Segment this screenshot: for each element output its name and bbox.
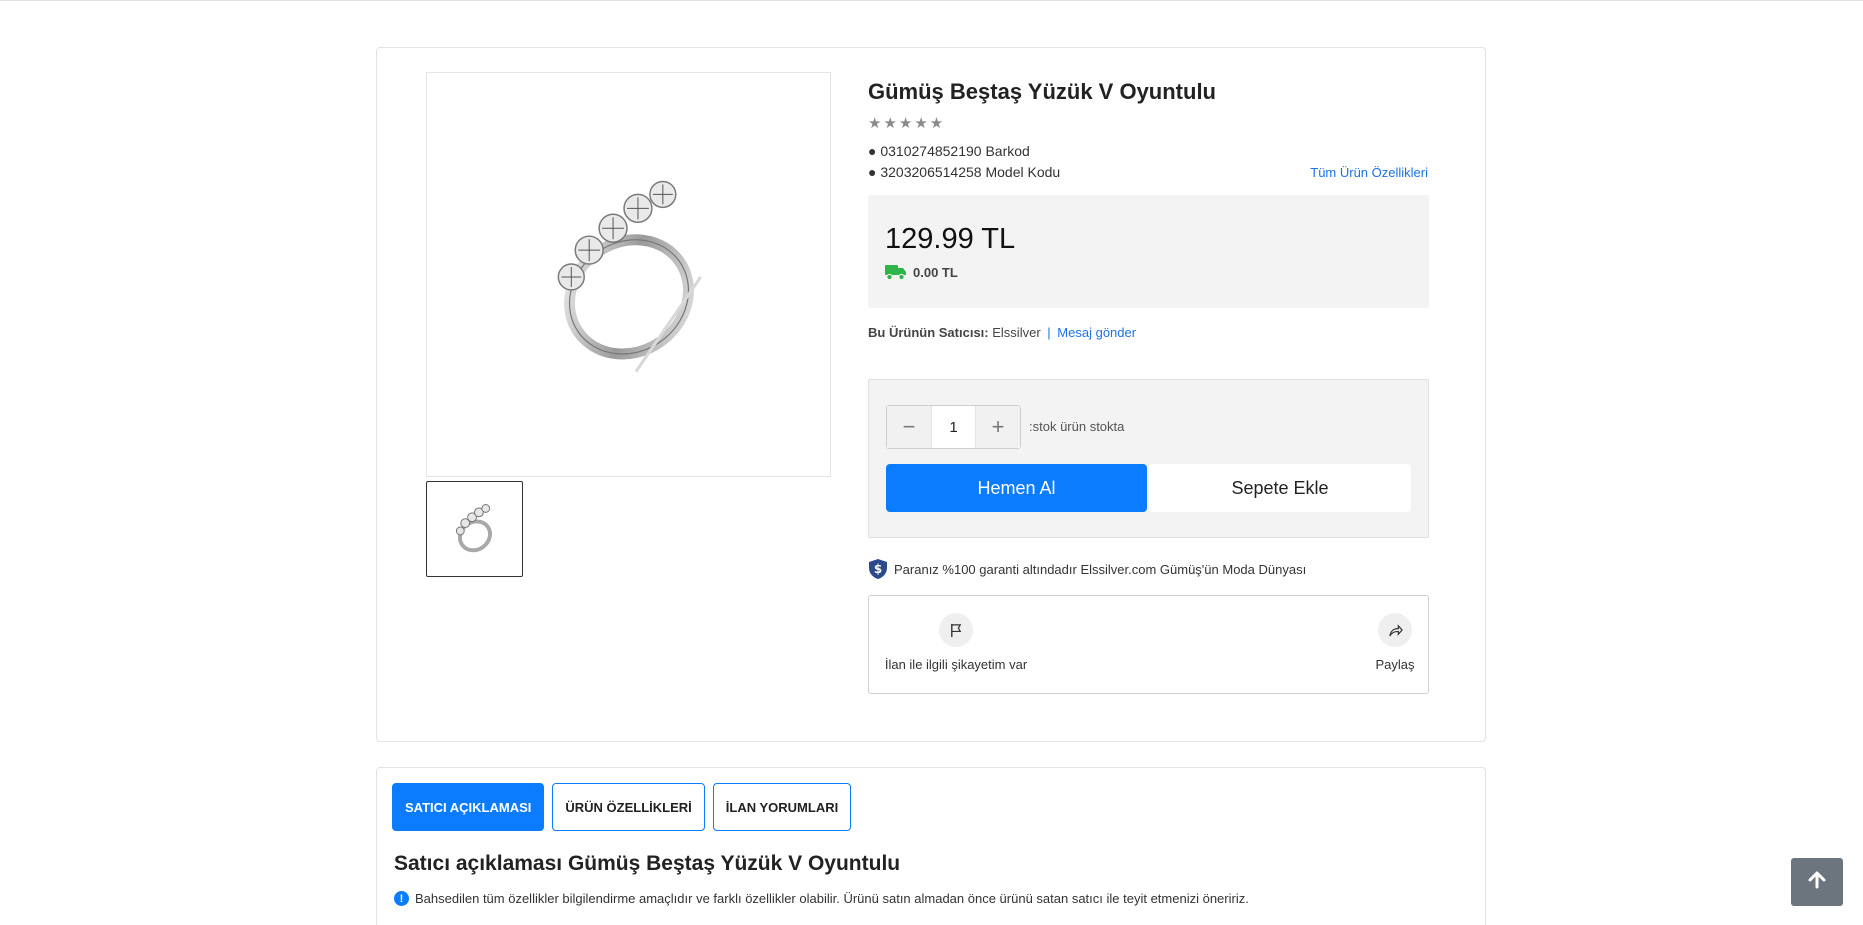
add-to-cart-button[interactable]: Sepete Ekle xyxy=(1149,464,1411,512)
top-border xyxy=(0,0,1863,1)
product-title: Gümüş Beştaş Yüzük V Oyuntulu xyxy=(868,79,1216,104)
report-listing-button[interactable]: İlan ile ilgili şikayetim var xyxy=(884,613,1028,672)
svg-text:$: $ xyxy=(874,562,882,576)
seller-name[interactable]: Elssilver xyxy=(992,325,1040,340)
share-icon xyxy=(1378,613,1412,647)
increase-quantity-button[interactable]: + xyxy=(976,406,1020,448)
action-box: İlan ile ilgili şikayetim var Paylaş xyxy=(868,595,1429,694)
disclaimer-text: Bahsedilen tüm özellikler bilgilendirme … xyxy=(415,891,1249,906)
product-info: Gümüş Beştaş Yüzük V Oyuntulu ★★★★★ ● 03… xyxy=(868,75,1428,183)
price-box: 129.99 TL 0.00 TL xyxy=(868,195,1429,308)
product-card: Gümüş Beştaş Yüzük V Oyuntulu ★★★★★ ● 03… xyxy=(376,47,1486,742)
product-main-image[interactable] xyxy=(426,72,831,477)
report-label: İlan ile ilgili şikayetim var xyxy=(884,657,1028,672)
disclaimer-notice: ! Bahsedilen tüm özellikler bilgilendirm… xyxy=(394,891,1249,906)
quantity-stepper: − 1 + xyxy=(886,405,1021,449)
stock-status: :stok ürün stokta xyxy=(1029,419,1125,434)
decrease-quantity-button[interactable]: − xyxy=(887,406,931,448)
guarantee-note: $ Paranız %100 garanti altındadır Elssil… xyxy=(868,558,1306,580)
seller-info: Bu Ürünün Satıcısı: Elssilver | Mesaj gö… xyxy=(868,325,1136,340)
tab-seller-description[interactable]: SATICI AÇIKLAMASI xyxy=(392,783,545,831)
share-label: Paylaş xyxy=(1375,657,1415,672)
truck-icon xyxy=(885,263,907,281)
seller-separator: | xyxy=(1047,325,1051,340)
rating-stars[interactable]: ★★★★★ xyxy=(868,115,1428,133)
buy-now-button[interactable]: Hemen Al xyxy=(886,464,1147,512)
arrow-up-icon xyxy=(1807,870,1827,895)
description-tabs: SATICI AÇIKLAMASI ÜRÜN ÖZELLİKLERİ İLAN … xyxy=(392,783,852,831)
info-icon: ! xyxy=(394,891,409,906)
shipping-info: 0.00 TL xyxy=(885,263,958,281)
product-price: 129.99 TL xyxy=(885,223,1016,255)
description-card: SATICI AÇIKLAMASI ÜRÜN ÖZELLİKLERİ İLAN … xyxy=(376,767,1486,925)
share-button[interactable]: Paylaş xyxy=(1370,613,1420,672)
all-features-link[interactable]: Tüm Ürün Özellikleri xyxy=(1310,162,1428,183)
tab-product-features[interactable]: ÜRÜN ÖZELLİKLERİ xyxy=(552,783,705,831)
seller-label: Bu Ürünün Satıcısı: xyxy=(868,325,989,340)
product-codes: ● 0310274852190 Barkod ● 3203206514258 M… xyxy=(868,141,1428,183)
quantity-input[interactable]: 1 xyxy=(931,406,976,448)
purchase-box: − 1 + :stok ürün stokta Hemen Al Sepete … xyxy=(868,379,1429,538)
send-message-link[interactable]: Mesaj gönder xyxy=(1057,325,1136,340)
flag-icon xyxy=(939,613,973,647)
scroll-to-top-button[interactable] xyxy=(1791,858,1843,906)
description-title: Satıcı açıklaması Gümüş Beştaş Yüzük V O… xyxy=(394,852,901,875)
shipping-cost: 0.00 TL xyxy=(913,264,958,280)
tab-listing-reviews[interactable]: İLAN YORUMLARI xyxy=(712,783,852,831)
shield-icon: $ xyxy=(868,558,888,580)
barcode-line: ● 0310274852190 Barkod xyxy=(868,143,1030,159)
product-thumbnail[interactable] xyxy=(426,481,523,577)
guarantee-text: Paranız %100 garanti altındadır Elssilve… xyxy=(894,561,1307,577)
